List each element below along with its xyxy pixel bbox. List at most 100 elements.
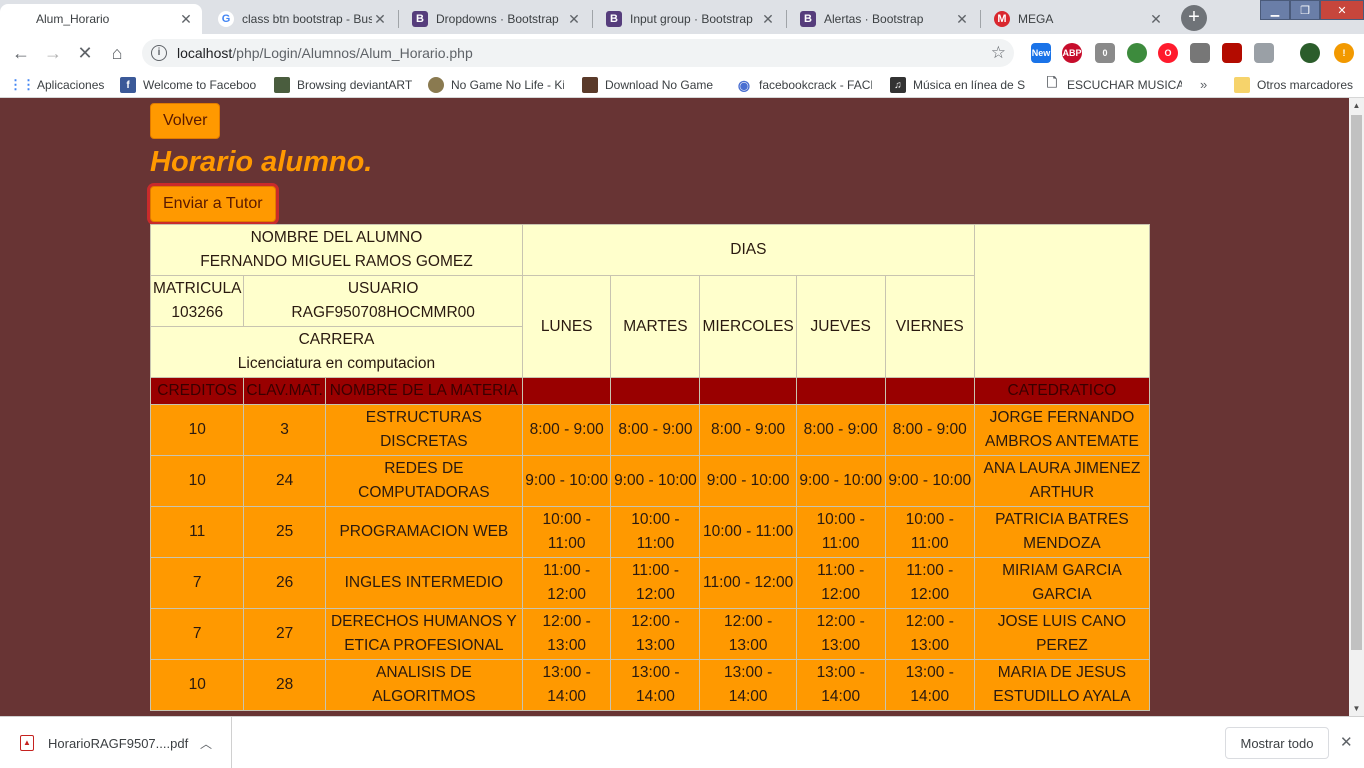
table-row: 10 28 ANALISIS DE ALGORITMOS 13:00 - 14:00 1… <box>149 659 1151 711</box>
vertical-scrollbar[interactable]: ▲ ▼ <box>1349 98 1364 716</box>
close-icon[interactable]: ✕ <box>372 11 388 28</box>
back-arrow-icon[interactable]: ← <box>8 41 34 65</box>
hora-viernes-cell: 10:00 - 11:00 <box>884 506 975 558</box>
download-file-name: HorarioRAGF9507....pdf <box>48 735 189 751</box>
bookmark-label: Otros marcadores <box>1257 78 1354 92</box>
col-header-blank <box>610 377 701 405</box>
clave-cell: 3 <box>243 404 326 456</box>
pdf-extension-icon[interactable] <box>1222 43 1242 63</box>
usuario-label: USUARIO <box>347 280 419 297</box>
tab-class-btn-bootstrap[interactable]: G class btn bootstrap - Bus ✕ <box>206 4 396 34</box>
lock-extension-icon[interactable] <box>1190 43 1210 63</box>
profile-avatar[interactable] <box>1300 43 1320 63</box>
bookmark-otros[interactable]: Otros marcadores <box>1234 76 1360 94</box>
catedratico-cell: JORGE FERNANDO AMBROS ANTEMATE <box>973 404 1151 456</box>
browser-toolbar: ← → ✕ ⌂ i localhost/php/Login/Alumnos/Al… <box>0 34 1364 72</box>
new-extension-icon[interactable]: New <box>1031 43 1051 63</box>
close-icon[interactable]: ✕ <box>954 11 970 28</box>
hora-miercoles-cell: 9:00 - 10:00 <box>699 455 797 507</box>
close-icon[interactable]: ✕ <box>1148 11 1164 28</box>
address-bar[interactable]: i localhost/php/Login/Alumnos/Alum_Horar… <box>142 39 1014 67</box>
tab-divider <box>398 10 399 28</box>
tab-alum-horario[interactable]: Alum_Horario ✕ <box>0 4 202 34</box>
materia-cell: ESTRUCTURAS DISCRETAS <box>324 404 523 456</box>
headphones-icon: ♫ <box>890 77 906 93</box>
forward-arrow-icon[interactable]: → <box>40 41 66 65</box>
scrollbar-thumb[interactable] <box>1351 115 1362 650</box>
table-row: 10 24 REDES DE COMPUTADORAS 9:00 - 10:00 9:0… <box>149 455 1151 507</box>
usuario-value: RAGF950708HOCMMR00 <box>291 304 475 321</box>
creditos-cell: 7 <box>149 557 245 609</box>
tab-title: Dropdowns · Bootstrap <box>436 12 559 26</box>
close-icon[interactable]: ✕ <box>178 11 194 28</box>
close-icon[interactable]: ✕ <box>760 11 776 28</box>
bookmark-apps[interactable]: ⋮⋮ Aplicaciones <box>14 76 114 94</box>
tab-dropdowns-bootstrap[interactable]: B Dropdowns · Bootstrap ✕ <box>400 4 590 34</box>
hora-miercoles-cell: 8:00 - 9:00 <box>699 404 797 456</box>
bookmark-label: ESCUCHAR MUSICA D <box>1067 78 1182 92</box>
bookmark-no-game-no-life[interactable]: No Game No Life - Ki <box>428 76 564 94</box>
bookmark-escuchar-musica[interactable]: 🗋 ESCUCHAR MUSICA D <box>1044 76 1182 94</box>
tab-mega[interactable]: M MEGA ✕ <box>982 4 1172 34</box>
creditos-cell: 11 <box>149 506 245 558</box>
stop-loading-icon[interactable]: ✕ <box>72 41 98 65</box>
tab-alertas-bootstrap[interactable]: B Alertas · Bootstrap ✕ <box>788 4 978 34</box>
volver-button[interactable]: Volver <box>150 103 221 139</box>
tab-input-group-bootstrap[interactable]: B Input group · Bootstrap ✕ <box>594 4 784 34</box>
creditos-cell: 10 <box>149 455 245 507</box>
carrera-value: Licenciatura en computacion <box>237 355 436 372</box>
bookmark-label: Browsing deviantART <box>297 78 413 92</box>
bookmark-facebookcrack[interactable]: ◉ facebookcrack - FACE <box>736 76 872 94</box>
materia-cell: REDES DE COMPUTADORAS <box>324 455 523 507</box>
update-alert-icon[interactable]: ! <box>1334 43 1354 63</box>
creditos-cell: 10 <box>149 659 245 711</box>
bookmark-star-icon[interactable]: ☆ <box>991 43 1006 63</box>
more-bookmarks-button[interactable]: » <box>1200 77 1207 92</box>
bookmark-musica[interactable]: ♫ Música en línea de SH <box>890 76 1026 94</box>
day-header-martes: MARTES <box>610 275 701 378</box>
new-tab-button[interactable]: + <box>1181 5 1207 31</box>
globe-extension-icon[interactable] <box>1127 43 1147 63</box>
shield-icon <box>428 77 444 93</box>
hora-martes-cell: 8:00 - 9:00 <box>610 404 701 456</box>
info-icon[interactable]: i <box>151 45 167 61</box>
matricula-cell: MATRICULA 103266 <box>149 275 245 327</box>
hora-martes-cell: 10:00 - 11:00 <box>610 506 701 558</box>
scroll-up-arrow-icon[interactable]: ▲ <box>1349 98 1364 113</box>
bookmark-download-no-game[interactable]: Download No Game <box>582 76 716 94</box>
url-host: localhost <box>177 45 233 61</box>
chevron-up-icon[interactable]: ︿ <box>200 735 212 752</box>
page-viewport: Volver Horario alumno. Enviar a Tutor NO… <box>0 98 1364 716</box>
close-downloads-icon[interactable]: ✕ <box>1340 733 1353 751</box>
clave-cell: 25 <box>243 506 326 558</box>
scroll-down-arrow-icon[interactable]: ▼ <box>1349 701 1364 716</box>
hora-viernes-cell: 12:00 - 13:00 <box>884 608 975 660</box>
minimize-button[interactable]: ▁ <box>1260 0 1290 20</box>
hora-martes-cell: 9:00 - 10:00 <box>610 455 701 507</box>
catedratico-cell: ANA LAURA JIMENEZ ARTHUR <box>973 455 1151 507</box>
home-icon[interactable]: ⌂ <box>104 41 130 65</box>
clave-cell: 26 <box>243 557 326 609</box>
tab-title: class btn bootstrap - Bus <box>242 12 372 26</box>
bookmark-label: Welcome to Faceboo <box>143 78 257 92</box>
hora-viernes-cell: 8:00 - 9:00 <box>884 404 975 456</box>
hora-jueves-cell: 13:00 - 14:00 <box>795 659 886 711</box>
adblock-icon[interactable]: ABP <box>1062 43 1082 63</box>
hora-miercoles-cell: 10:00 - 11:00 <box>699 506 797 558</box>
window-extension-icon[interactable] <box>1254 43 1274 63</box>
materia-cell: PROGRAMACION WEB <box>324 506 523 558</box>
opera-icon[interactable]: O <box>1158 43 1178 63</box>
close-icon[interactable]: ✕ <box>566 11 582 28</box>
show-all-downloads-button[interactable]: Mostrar todo <box>1225 727 1329 759</box>
creditos-cell: 7 <box>149 608 245 660</box>
download-item[interactable]: ▲ HorarioRAGF9507....pdf ︿ <box>0 717 232 768</box>
schedule-table: NOMBRE DEL ALUMNO FERNANDO MIGUEL RAMOS … <box>149 224 1151 711</box>
enviar-tutor-button[interactable]: Enviar a Tutor <box>150 186 276 222</box>
page-title: Horario alumno. <box>150 146 373 178</box>
maximize-button[interactable]: ❐ <box>1290 0 1320 20</box>
extension-puzzle-icon[interactable]: 0 <box>1095 43 1115 63</box>
tab-title: MEGA <box>1018 12 1054 26</box>
bookmark-facebook[interactable]: f Welcome to Faceboo <box>120 76 258 94</box>
window-close-button[interactable]: ✕ <box>1320 0 1364 20</box>
bookmark-deviantart[interactable]: Browsing deviantART <box>274 76 416 94</box>
